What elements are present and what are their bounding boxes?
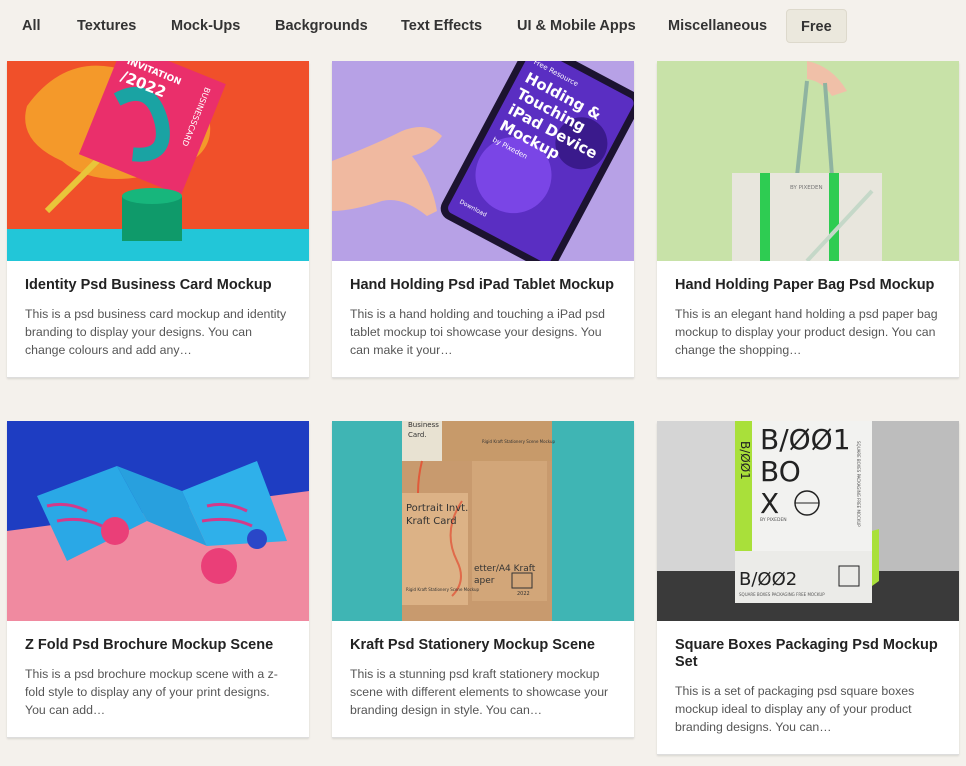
box-big3: X [760, 487, 779, 520]
card-thumbnail[interactable]: Free Resource Holding & Touching iPad De… [332, 61, 634, 261]
product-card[interactable]: B/ØØ1 B/ØØ1 BO X BY PIXEDEN SQUARE BOXES… [657, 421, 959, 754]
card-description: This is a stunning psd kraft stationery … [350, 667, 609, 717]
card-description: This is an elegant hand holding a psd pa… [675, 307, 938, 357]
card-title[interactable]: Square Boxes Packaging Psd Mockup Set [675, 637, 941, 671]
card-description: This is a set of packaging psd square bo… [675, 684, 915, 734]
card-thumbnail[interactable] [7, 421, 309, 621]
business-card-line1: Business [408, 421, 439, 429]
card-description: This is a psd business card mockup and i… [25, 307, 287, 357]
box-side-text: B/ØØ1 [738, 441, 752, 480]
category-filter-bar: All Textures Mock-Ups Backgrounds Text E… [0, 0, 966, 52]
box-brand: BY PIXEDEN [760, 517, 787, 523]
business-card-line2: Card. [408, 431, 427, 439]
card-title[interactable]: Hand Holding Psd iPad Tablet Mockup [350, 277, 616, 294]
card-description: This is a psd brochure mockup scene with… [25, 667, 278, 717]
letter-line2: aper [474, 576, 495, 586]
box-small: B/ØØ2 [739, 569, 797, 590]
card-thumbnail[interactable]: BY PIXEDEN [657, 61, 959, 261]
filter-free[interactable]: Free [786, 9, 847, 43]
filter-all[interactable]: All [22, 9, 41, 43]
product-card[interactable]: Business Card. Rigid Kraft Stationery Sc… [332, 421, 634, 737]
filter-text-effects[interactable]: Text Effects [401, 9, 482, 43]
top-caption: Rigid Kraft Stationery Scene Mockup [482, 439, 556, 444]
product-card[interactable]: Z Fold Psd Brochure Mockup Scene This is… [7, 421, 309, 737]
card-description: This is a hand holding and touching a iP… [350, 307, 605, 357]
box-side-caption: SQUARE BOXES PACKAGING FREE MOCKUP [856, 441, 861, 527]
bag-brand-text: BY PIXEDEN [790, 185, 823, 191]
card-title[interactable]: Identity Psd Business Card Mockup [25, 277, 291, 294]
card-thumbnail[interactable]: Business Card. Rigid Kraft Stationery Sc… [332, 421, 634, 621]
filter-backgrounds[interactable]: Backgrounds [275, 9, 368, 43]
card-thumbnail[interactable]: B/ØØ1 B/ØØ1 BO X BY PIXEDEN SQUARE BOXES… [657, 421, 959, 621]
product-card[interactable]: BY PIXEDEN Hand Holding Paper Bag Psd Mo… [657, 61, 959, 377]
product-card[interactable]: INVITATION /2022 BUSINESSCARD Identity P… [7, 61, 309, 377]
box-big1: B/ØØ1 [760, 423, 851, 456]
portrait-line1: Portrait Invt. [406, 503, 468, 514]
filter-textures[interactable]: Textures [77, 9, 136, 43]
portrait-caption: Rigid Kraft Stationery Scene Mockup [406, 587, 480, 592]
box-small-caption: SQUARE BOXES PACKAGING FREE MOCKUP [739, 592, 825, 597]
product-card[interactable]: Free Resource Holding & Touching iPad De… [332, 61, 634, 377]
card-title[interactable]: Z Fold Psd Brochure Mockup Scene [25, 637, 291, 654]
portrait-line2: Kraft Card [406, 516, 457, 527]
filter-ui-mobile-apps[interactable]: UI & Mobile Apps [517, 9, 636, 43]
box-big2: BO [760, 455, 801, 488]
year-text: 2022 [517, 591, 530, 597]
card-title[interactable]: Kraft Psd Stationery Mockup Scene [350, 637, 616, 654]
filter-mock-ups[interactable]: Mock-Ups [171, 9, 240, 43]
card-title[interactable]: Hand Holding Paper Bag Psd Mockup [675, 277, 941, 294]
card-thumbnail[interactable]: INVITATION /2022 BUSINESSCARD [7, 61, 309, 261]
filter-miscellaneous[interactable]: Miscellaneous [668, 9, 767, 43]
